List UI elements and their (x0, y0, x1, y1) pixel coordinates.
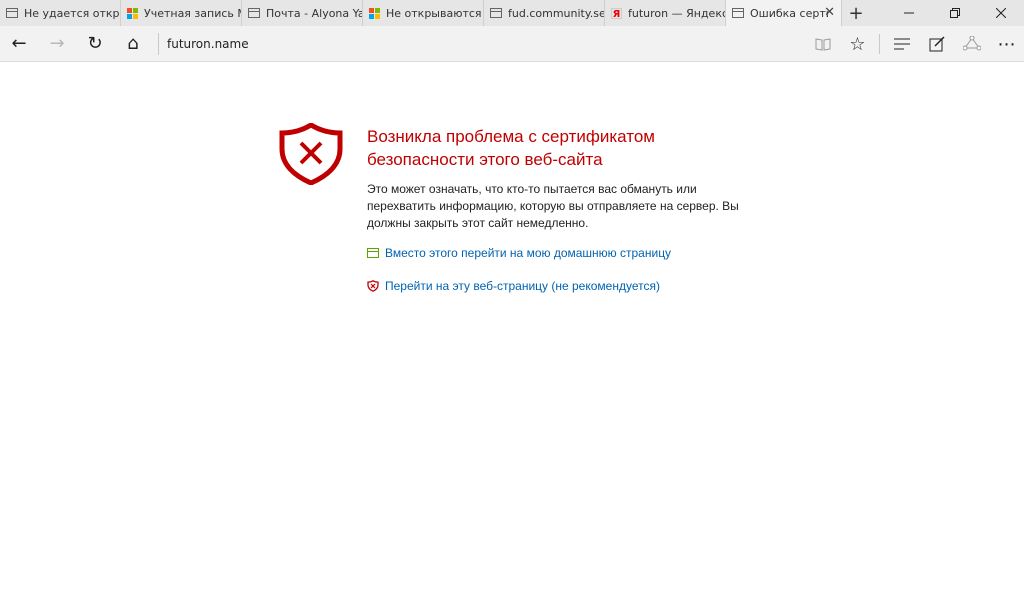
yandex-icon: Я (611, 7, 622, 20)
share-button[interactable] (954, 26, 989, 62)
continue-to-site-link[interactable]: Перейти на эту веб-страницу (не рекоменд… (385, 279, 660, 293)
minimize-icon (904, 12, 914, 14)
restore-button[interactable] (932, 0, 978, 26)
refresh-icon: ↻ (87, 33, 103, 54)
tab-title: Учетная запись Mi (144, 6, 241, 20)
tab-mail[interactable]: Почта - Alyona Yab (242, 0, 363, 26)
hub-icon (893, 38, 910, 50)
tab-title: fud.community.serv (508, 6, 604, 20)
tab-title: Не удается открыть (24, 6, 120, 20)
tab-title: futuron — Яндекс: (628, 6, 725, 20)
arrow-left-icon: ← (11, 33, 27, 54)
shield-error-icon (279, 123, 343, 185)
tab-ms-account[interactable]: Учетная запись Mi (121, 0, 242, 26)
toolbar: ☆ ⋯ (805, 26, 1024, 62)
divider (879, 34, 880, 54)
continue-link-row: Перейти на эту веб-страницу (не рекоменд… (367, 279, 660, 293)
hub-button[interactable] (884, 26, 919, 62)
page-icon (490, 8, 502, 18)
microsoft-logo-icon (127, 7, 138, 19)
home-button[interactable]: ⌂ (114, 26, 152, 62)
close-icon (996, 8, 1006, 18)
pen-note-icon (929, 36, 945, 52)
share-icon (962, 36, 981, 51)
book-icon (815, 38, 830, 51)
tab-title: Не открываются h (386, 6, 483, 20)
web-note-button[interactable] (919, 26, 954, 62)
tab-strip: Не удается открыть Учетная запись Mi Поч… (0, 0, 1024, 26)
favorite-button[interactable]: ☆ (840, 26, 875, 62)
tab-title: Ошибка сертиф (750, 6, 828, 20)
go-home-link[interactable]: Вместо этого перейти на мою домашнюю стр… (385, 246, 671, 260)
home-icon: ⌂ (127, 33, 139, 54)
error-heading: Возникла проблема с сертификатом безопас… (367, 127, 655, 169)
tab-cannot-open[interactable]: Не удается открыть (0, 0, 121, 26)
divider (158, 32, 159, 55)
back-button[interactable]: ← (0, 26, 38, 62)
minimize-button[interactable] (886, 0, 932, 26)
arrow-right-icon: → (49, 33, 65, 54)
home-link-row: Вместо этого перейти на мою домашнюю стр… (367, 246, 671, 260)
refresh-button[interactable]: ↻ (76, 26, 114, 62)
address-bar[interactable]: futuron.name (167, 37, 249, 51)
microsoft-logo-icon (369, 7, 380, 19)
forward-button[interactable]: → (38, 26, 76, 62)
home-page-icon (367, 248, 379, 258)
tab-title: Почта - Alyona Yab (266, 6, 362, 20)
close-window-button[interactable] (978, 0, 1024, 26)
restore-icon (950, 8, 960, 18)
page-content: Возникла проблема с сертификатом безопас… (0, 62, 1024, 608)
close-tab-icon[interactable]: ✕ (824, 5, 835, 20)
page-icon (248, 8, 260, 18)
more-button[interactable]: ⋯ (989, 26, 1024, 62)
tab-cert-error[interactable]: Ошибка сертиф ✕ (726, 0, 842, 26)
navigation-bar: ← → ↻ ⌂ futuron.name ☆ ⋯ (0, 26, 1024, 62)
shield-warning-icon (367, 280, 379, 292)
page-icon (6, 8, 18, 18)
new-tab-button[interactable]: + (842, 0, 870, 26)
tab-yandex[interactable]: Я futuron — Яндекс: (605, 0, 726, 26)
error-description: Это может означать, что кто-то пытается … (367, 182, 739, 230)
page-icon (732, 8, 744, 18)
tab-not-opening[interactable]: Не открываются h (363, 0, 484, 26)
star-icon: ☆ (849, 33, 866, 55)
reading-view-button[interactable] (805, 26, 840, 62)
window-controls (886, 0, 1024, 26)
more-icon: ⋯ (997, 33, 1016, 55)
tab-fud-community[interactable]: fud.community.serv (484, 0, 605, 26)
